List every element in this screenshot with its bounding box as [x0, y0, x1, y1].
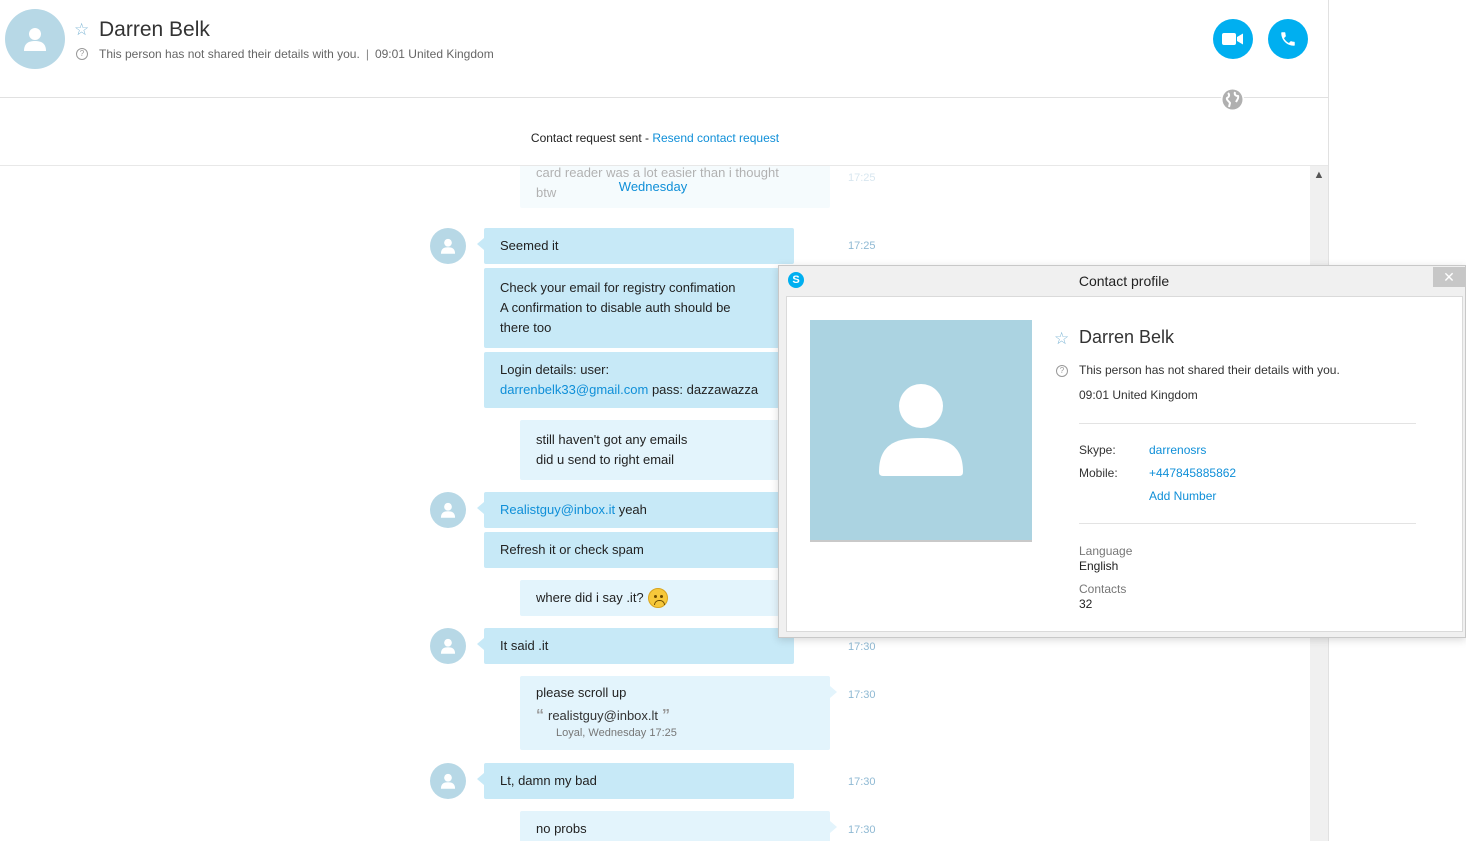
message-text: Login details: user:	[500, 362, 610, 377]
video-call-button[interactable]	[1213, 19, 1253, 59]
contacts-value: 32	[1079, 597, 1093, 611]
avatar-icon	[440, 238, 456, 254]
message-bubble[interactable]: Check your email for registry confimatio…	[484, 268, 794, 348]
email-link[interactable]: darrenbelk33@gmail.com	[500, 382, 648, 397]
worried-emoji-icon	[647, 588, 668, 609]
contact-status-line: ? This person has not shared their detai…	[76, 47, 494, 61]
skype-name-link[interactable]: darrenosrs	[1149, 443, 1206, 457]
message-text: still haven't got any emails	[536, 432, 688, 447]
language-value: English	[1079, 559, 1119, 573]
request-sent-text: Contact request sent -	[530, 131, 653, 145]
skype-window: ☆ Darren Belk ? This person has not shar…	[0, 0, 1466, 841]
quote-text: realistguy@inbox.lt	[548, 708, 659, 723]
avatar-icon	[440, 638, 456, 654]
video-call-icon	[1222, 33, 1243, 45]
close-quote-icon: ”	[662, 707, 671, 724]
profile-photo	[810, 320, 1032, 542]
quote-meta: Loyal, Wednesday 17:25	[556, 727, 677, 739]
avatar-icon	[879, 384, 963, 476]
profile-name: Darren Belk	[1079, 327, 1175, 347]
message-text: where did i say .it?	[536, 589, 644, 605]
message-time: 17:30	[848, 776, 876, 788]
resend-request-link[interactable]: Resend contact request	[652, 131, 779, 145]
message-text: Seemed it	[500, 238, 559, 253]
avatar-icon	[24, 28, 46, 51]
message-text: please scroll up	[536, 685, 627, 700]
open-quote-icon: “	[536, 707, 544, 724]
favorite-star-icon[interactable]: ☆	[74, 21, 89, 38]
favorite-star-icon[interactable]: ☆	[1054, 329, 1069, 349]
contact-avatar[interactable]	[430, 228, 466, 264]
message-bubble[interactable]: Seemed it	[477, 228, 794, 264]
close-button[interactable]: ✕	[1433, 267, 1465, 287]
message-bubble[interactable]: Lt, damn my bad	[477, 763, 794, 799]
language-label: Language	[1079, 544, 1133, 558]
contact-name[interactable]: Darren Belk	[99, 18, 210, 42]
message-bubble[interactable]: Realistguy@inbox.it yeah	[477, 492, 794, 528]
divider	[1079, 423, 1416, 424]
profile-title: Contact profile	[1078, 273, 1170, 289]
message-time: 17:25	[848, 172, 876, 184]
message-text: there too	[500, 320, 552, 335]
conversation-header: ☆ Darren Belk ? This person has not shar…	[0, 0, 1328, 98]
profile-titlebar[interactable]: S Contact profile ✕	[779, 266, 1465, 296]
mobile-label: Mobile:	[1079, 466, 1118, 480]
local-time: 09:01 United Kingdom	[374, 47, 494, 61]
profile-status-note: This person has not shared their details…	[1079, 363, 1340, 377]
message-text: A confirmation to disable auth should be	[500, 300, 731, 315]
message-text: pass: dazzawazza	[648, 382, 759, 397]
mobile-number-link[interactable]: +447845885862	[1149, 466, 1236, 480]
message-time: 17:30	[848, 824, 876, 836]
contact-avatar[interactable]	[430, 628, 466, 664]
day-separator: Wednesday	[618, 179, 688, 194]
avatar-icon	[440, 502, 456, 518]
message-bubble[interactable]: please scroll up “ realistguy@inbox.lt ”…	[520, 676, 837, 750]
question-icon: ?	[76, 48, 88, 60]
status-note: This person has not shared their details…	[99, 47, 360, 61]
quoted-message: “ realistguy@inbox.lt ”	[536, 706, 814, 726]
message-text: no probs	[536, 821, 587, 836]
message-time: 17:30	[848, 689, 876, 701]
message-bubble[interactable]: no probs	[520, 811, 837, 841]
add-number-link[interactable]: Add Number	[1149, 489, 1216, 503]
audio-call-button[interactable]	[1268, 19, 1308, 59]
message-text: did u send to right email	[536, 452, 675, 467]
contact-avatar[interactable]	[430, 763, 466, 799]
divider	[1079, 523, 1416, 524]
audio-call-icon	[1281, 32, 1295, 46]
message-bubble[interactable]: Login details: user: darrenbelk33@gmail.…	[484, 352, 794, 408]
contacts-label: Contacts	[1079, 582, 1127, 596]
contact-request-bar: Contact request sent - Resend contact re…	[0, 131, 1310, 145]
contact-avatar[interactable]	[430, 492, 466, 528]
contact-avatar[interactable]	[5, 9, 65, 69]
message-text: Refresh it or check spam	[500, 542, 644, 557]
separator: |	[365, 47, 369, 61]
message-text: yeah	[615, 502, 647, 517]
globe-icon[interactable]	[1221, 88, 1244, 111]
email-link[interactable]: Realistguy@inbox.it	[500, 502, 615, 517]
scroll-up-arrow-icon[interactable]: ▲	[1310, 166, 1328, 184]
message-text: It said .it	[500, 638, 549, 653]
profile-local-time: 09:01 United Kingdom	[1079, 388, 1198, 402]
message-bubble[interactable]: It said .it	[477, 628, 794, 664]
message-text: Check your email for registry confimatio…	[500, 280, 736, 295]
message-time: 17:25	[848, 240, 876, 252]
profile-body: ☆ Darren Belk ? This person has not shar…	[786, 296, 1463, 632]
contact-profile-window[interactable]: S Contact profile ✕ ☆ Darren Belk ? This…	[778, 265, 1466, 638]
skype-label: Skype:	[1079, 443, 1116, 457]
message-bubble[interactable]: Refresh it or check spam	[484, 532, 794, 568]
question-icon: ?	[1056, 365, 1068, 377]
message-time: 17:30	[848, 641, 876, 653]
message-text: Lt, damn my bad	[500, 773, 597, 788]
avatar-icon	[440, 773, 456, 789]
